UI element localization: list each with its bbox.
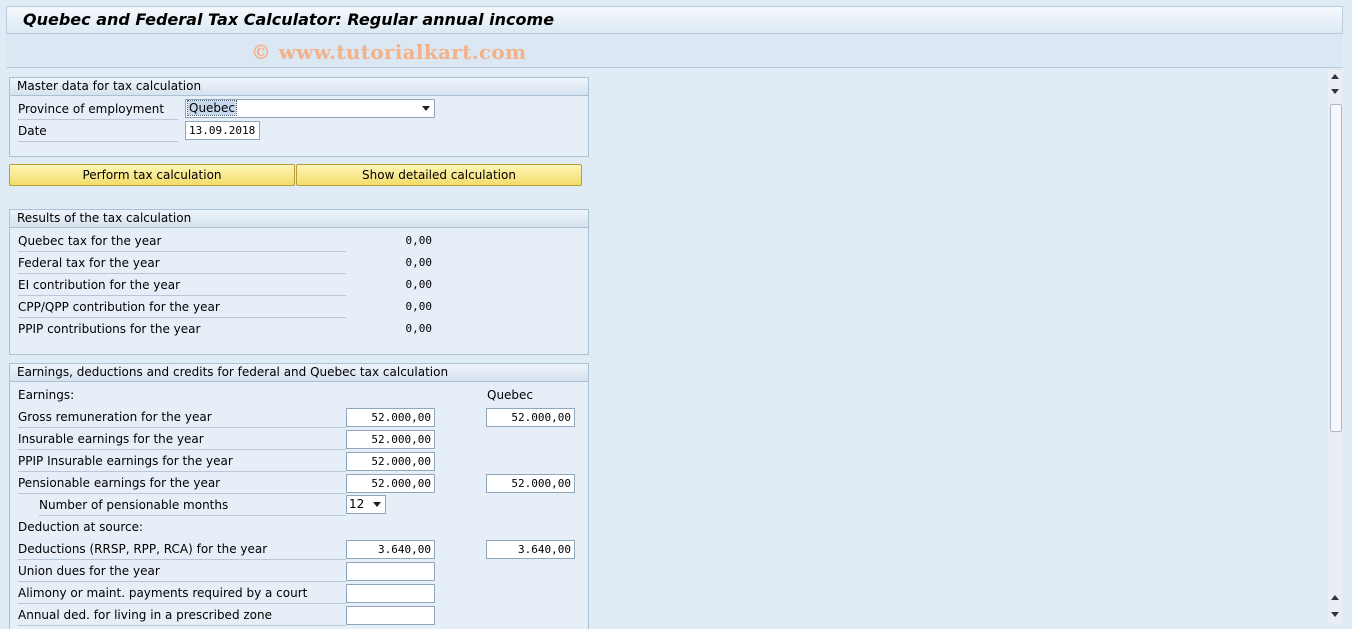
date-input[interactable]: 13.09.2018 xyxy=(185,121,260,140)
date-label: Date xyxy=(18,121,178,142)
results-heading: Results of the tax calculation xyxy=(10,210,588,228)
gross-remuneration-federal-input[interactable]: 52.000,00 xyxy=(346,408,435,427)
chevron-down-icon[interactable] xyxy=(373,502,381,507)
rrsp-deductions-label: Deductions (RRSP, RPP, RCA) for the year xyxy=(18,539,346,560)
pensionable-months-value: 12 xyxy=(349,497,365,511)
results-row-value: 0,00 xyxy=(405,300,433,313)
perform-tax-calculation-button[interactable]: Perform tax calculation xyxy=(9,164,295,186)
deduction-at-source-label: Deduction at source: xyxy=(18,520,144,534)
results-row-value: 0,00 xyxy=(405,256,433,269)
results-row-value: 0,00 xyxy=(405,322,433,335)
pensionable-earnings-quebec-input[interactable]: 52.000,00 xyxy=(486,474,575,493)
pensionable-months-select[interactable]: 12 xyxy=(346,495,386,514)
results-row-label: Federal tax for the year xyxy=(18,253,346,274)
results-row-label: PPIP contributions for the year xyxy=(18,322,201,336)
union-dues-label: Union dues for the year xyxy=(18,561,346,582)
alimony-input[interactable] xyxy=(346,584,435,603)
master-data-heading: Master data for tax calculation xyxy=(10,78,588,96)
results-row-value: 0,00 xyxy=(405,278,433,291)
alimony-label: Alimony or maint. payments required by a… xyxy=(18,583,346,604)
vertical-scrollbar[interactable] xyxy=(1328,70,1343,624)
insurable-earnings-label: Insurable earnings for the year xyxy=(18,429,346,450)
title-bar: Quebec and Federal Tax Calculator: Regul… xyxy=(6,6,1343,34)
results-row-label: EI contribution for the year xyxy=(18,275,346,296)
results-row-label: Quebec tax for the year xyxy=(18,231,346,252)
earnings-label: Earnings: xyxy=(18,388,75,402)
province-label: Province of employment xyxy=(18,99,178,120)
scrollbar-thumb[interactable] xyxy=(1330,104,1342,432)
gross-remuneration-label: Gross remuneration for the year xyxy=(18,407,346,428)
arrow-up-icon[interactable] xyxy=(1331,595,1339,600)
results-group: Results of the tax calculation Quebec ta… xyxy=(9,209,589,355)
arrow-up-icon[interactable] xyxy=(1331,74,1339,79)
province-value: Quebec xyxy=(186,100,238,116)
quebec-column-header: Quebec xyxy=(487,388,534,402)
province-select[interactable]: Quebec xyxy=(185,99,435,118)
master-data-group: Master data for tax calculation Province… xyxy=(9,77,589,157)
arrow-down-icon[interactable] xyxy=(1331,89,1339,94)
rrsp-deductions-quebec-input[interactable]: 3.640,00 xyxy=(486,540,575,559)
earnings-group: Earnings, deductions and credits for fed… xyxy=(9,363,589,629)
watermark: © www.tutorialkart.com xyxy=(251,40,527,64)
rrsp-deductions-federal-input[interactable]: 3.640,00 xyxy=(346,540,435,559)
results-row-value: 0,00 xyxy=(405,234,433,247)
window-title: Quebec and Federal Tax Calculator: Regul… xyxy=(23,10,555,29)
pensionable-months-label: Number of pensionable months xyxy=(39,495,346,516)
prescribed-zone-input[interactable] xyxy=(346,606,435,625)
insurable-earnings-input[interactable]: 52.000,00 xyxy=(346,430,435,449)
pensionable-earnings-federal-input[interactable]: 52.000,00 xyxy=(346,474,435,493)
union-dues-input[interactable] xyxy=(346,562,435,581)
toolbar: © www.tutorialkart.com xyxy=(6,34,1343,68)
earnings-heading: Earnings, deductions and credits for fed… xyxy=(10,364,588,382)
arrow-down-icon[interactable] xyxy=(1331,612,1339,617)
results-row-label: CPP/QPP contribution for the year xyxy=(18,297,346,318)
pensionable-earnings-label: Pensionable earnings for the year xyxy=(18,473,346,494)
show-detailed-calculation-button[interactable]: Show detailed calculation xyxy=(296,164,582,186)
ppip-insurable-input[interactable]: 52.000,00 xyxy=(346,452,435,471)
gross-remuneration-quebec-input[interactable]: 52.000,00 xyxy=(486,408,575,427)
ppip-insurable-label: PPIP Insurable earnings for the year xyxy=(18,451,346,472)
chevron-down-icon[interactable] xyxy=(422,106,430,111)
prescribed-zone-label: Annual ded. for living in a prescribed z… xyxy=(18,605,346,626)
